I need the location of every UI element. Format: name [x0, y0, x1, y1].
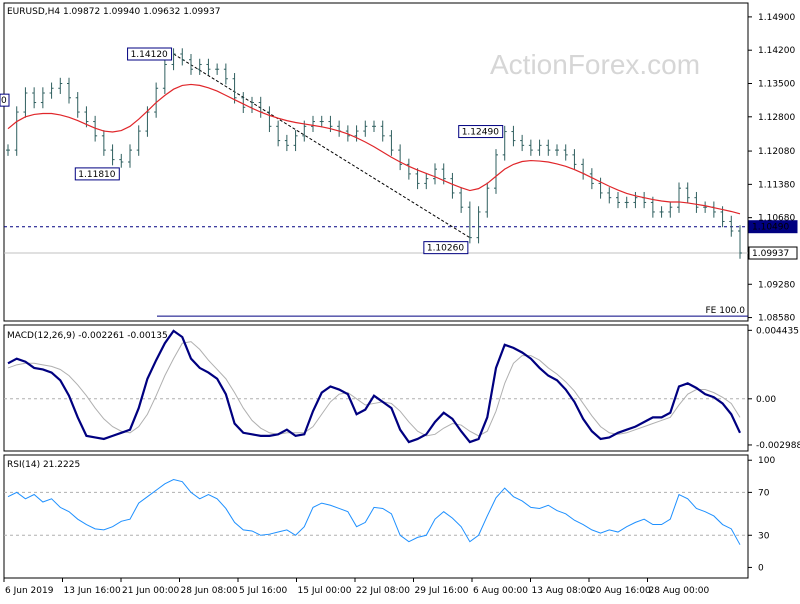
annotation-label-3: 1.10260	[427, 244, 464, 254]
price-ytick-label-0: 1.14900	[758, 13, 795, 23]
rsi-ytick-label-3: 0	[758, 563, 764, 573]
macd-ytick-label-2: -0.002988	[756, 441, 800, 451]
rsi-ytick-label-0: 100	[758, 456, 775, 466]
annotation-label-2: 1.12490	[462, 128, 499, 138]
rsi-panel-title: RSI(14) 21.2225	[7, 460, 80, 470]
x-tick-label-9: 13 Aug 08:00	[532, 586, 593, 596]
watermark-text: ActionForex.com	[490, 49, 700, 80]
rsi-ytick-label-1: 70	[758, 488, 770, 498]
annotation-label-1: 1.11810	[78, 170, 115, 180]
price-ytick-label-7: 1.09280	[758, 280, 795, 290]
price-ytick-label-5: 1.11380	[758, 180, 795, 190]
chart-svg: ActionForex.com 1.10490 1.09937 FE 100.0 1.…	[0, 0, 800, 600]
x-tick-label-4: 5 Jul 16:00	[239, 586, 288, 596]
price-tag-label-1: 1.09937	[752, 249, 789, 259]
macd-panel-title: MACD(12,26,9) -0.002261 -0.00135	[7, 331, 168, 341]
x-tick-label-10: 20 Aug 16:00	[590, 586, 651, 596]
price-ytick-label-8: 1.08580	[758, 314, 795, 324]
fe-level-label: FE 100.0	[706, 306, 746, 316]
macd-ytick-label-1: 0.00	[756, 395, 776, 405]
x-tick-label-5: 15 Jul 00:00	[298, 586, 352, 596]
rsi-ytick-label-2: 30	[758, 531, 770, 541]
price-tag-label-0: 1.10490	[752, 223, 789, 233]
x-tick-label-8: 6 Aug 00:00	[473, 586, 528, 596]
chart-background	[0, 0, 800, 600]
price-ytick-label-1: 1.14200	[758, 46, 795, 56]
price-ytick-label-3: 1.12800	[758, 113, 795, 123]
x-tick-label-6: 22 Jul 08:00	[356, 586, 410, 596]
price-ytick-label-2: 1.13500	[758, 80, 795, 90]
price-panel-title: EURUSD,H4 1.09872 1.09940 1.09632 1.0993…	[7, 7, 220, 17]
eurusd-chart: ActionForex.com 1.10490 1.09937 FE 100.0 1.…	[0, 0, 800, 600]
price-ytick-label-4: 1.12080	[758, 147, 795, 157]
x-tick-label-11: 28 Aug 00:00	[649, 586, 710, 596]
x-tick-label-3: 28 Jun 08:00	[181, 586, 238, 596]
edge-label: 0	[1, 96, 7, 106]
x-tick-label-7: 29 Jul 16:00	[415, 586, 469, 596]
annotation-label-0: 1.14120	[131, 50, 168, 60]
x-tick-label-2: 21 Jun 00:00	[122, 586, 179, 596]
x-tick-label-1: 13 Jun 16:00	[64, 586, 121, 596]
x-tick-label-0: 6 Jun 2019	[5, 586, 54, 596]
price-ytick-label-6: 1.10680	[758, 214, 795, 224]
macd-ytick-label-0: 0.004435	[756, 326, 799, 336]
